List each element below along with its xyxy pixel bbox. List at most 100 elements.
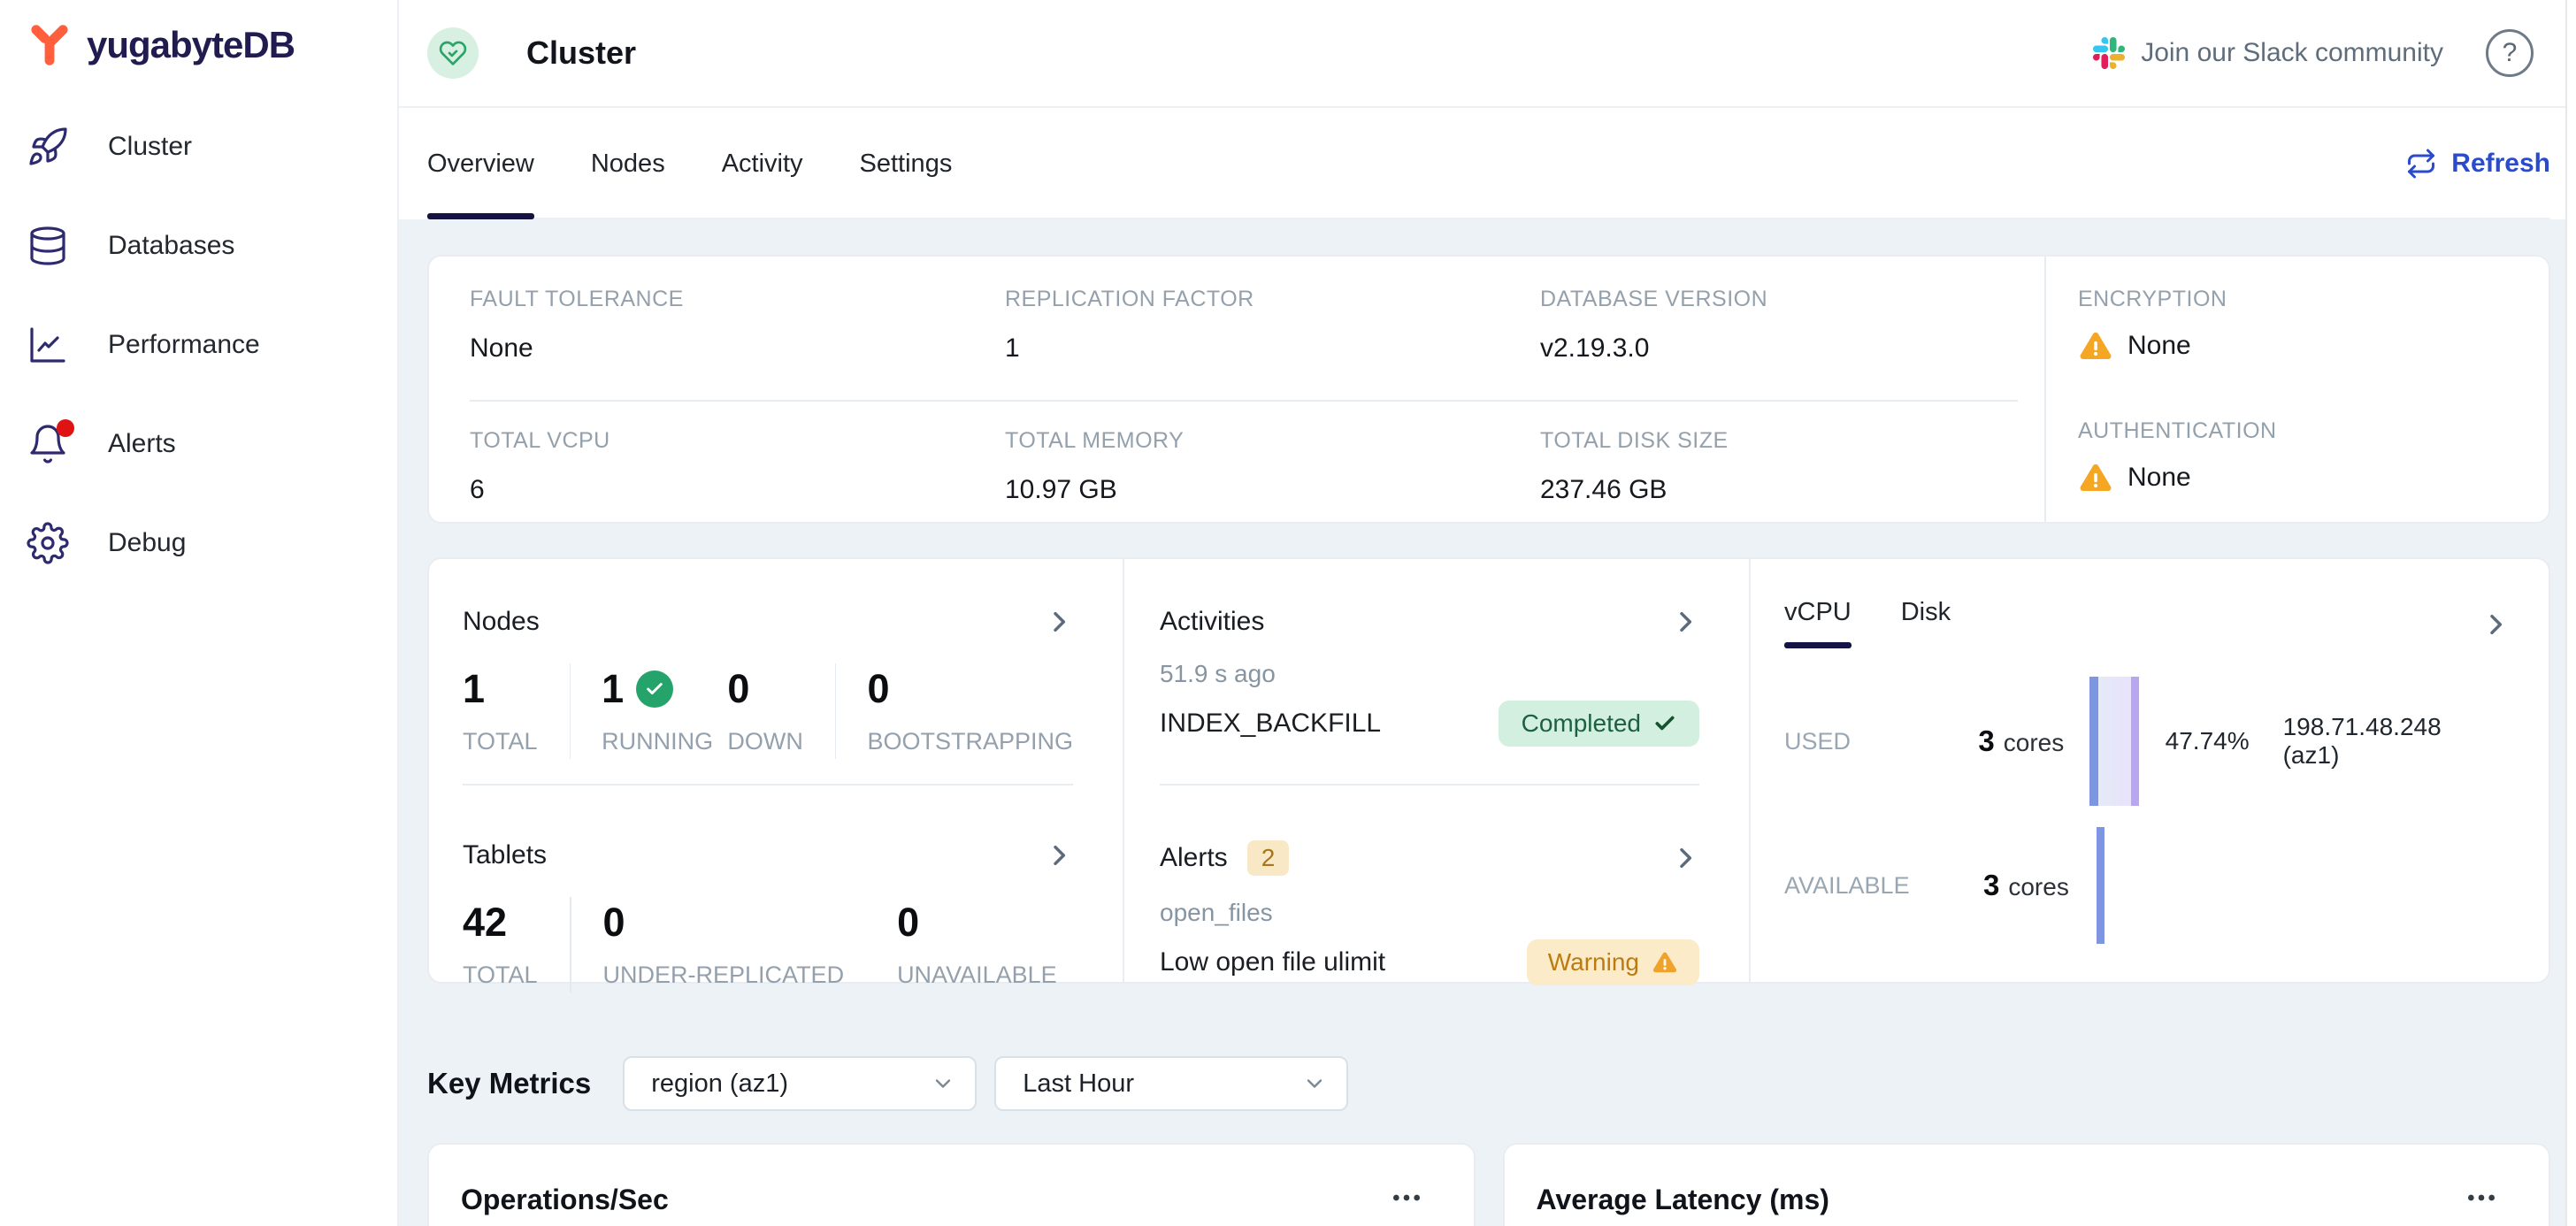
metric-divider (835, 663, 836, 759)
chevron-right-icon[interactable] (1045, 841, 1073, 870)
sidebar-item-label: Databases (108, 231, 234, 261)
tab-vcpu[interactable]: vCPU (1784, 598, 1852, 648)
chevron-right-icon[interactable] (1671, 844, 1699, 872)
check-circle-icon (636, 670, 673, 708)
cluster-stats-card: FAULT TOLERANCE None REPLICATION FACTOR … (427, 255, 2550, 524)
operations-chart-card: Operations/Sec (427, 1143, 1476, 1226)
stat-value: 237.46 GB (1540, 475, 1729, 505)
more-options-icon[interactable] (1389, 1180, 1424, 1220)
nodes-tablets-column: Nodes 1 TOTAL 1 (429, 559, 1123, 982)
stat-replication-factor: REPLICATION FACTOR 1 (1005, 287, 1540, 400)
activities-alerts-column: Activities 51.9 s ago INDEX_BACKFILL Com… (1123, 559, 1749, 982)
sidebar-item-databases[interactable]: Databases (0, 196, 397, 295)
stat-value: None (2128, 331, 2191, 361)
alerts-section: Alerts 2 open_files Low open file ulimit (1124, 785, 1749, 985)
tab-nodes[interactable]: Nodes (591, 108, 665, 219)
chevron-right-icon[interactable] (1045, 608, 1073, 636)
status-badge-completed: Completed (1499, 701, 1699, 747)
sidebar-item-alerts[interactable]: Alerts (0, 395, 397, 494)
stat-label: TOTAL MEMORY (1005, 428, 1540, 454)
tab-disk[interactable]: Disk (1901, 598, 1951, 648)
sidebar-item-performance[interactable]: Performance (0, 295, 397, 395)
usage-label: AVAILABLE (1784, 872, 1983, 900)
nodes-running: 1 RUNNING (602, 656, 713, 755)
key-metrics-toolbar: Key Metrics region (az1) Last Hour (427, 1056, 2550, 1111)
alert-name: open_files (1160, 899, 1699, 927)
security-stats: ENCRYPTION None AUTHENTICATION (2044, 257, 2549, 522)
help-icon[interactable]: ? (2486, 29, 2534, 77)
tab-activity[interactable]: Activity (722, 108, 803, 219)
used-bar (2089, 677, 2139, 806)
tablets-title: Tablets (463, 840, 547, 870)
stat-label: DATABASE VERSION (1540, 287, 1767, 312)
stat-database-version: DATABASE VERSION v2.19.3.0 (1540, 287, 1767, 400)
sidebar-item-label: Performance (108, 330, 260, 360)
stat-value: None (2128, 463, 2191, 493)
header-actions: Join our Slack community ? (2093, 29, 2534, 77)
slack-community-link[interactable]: Join our Slack community (2093, 37, 2443, 69)
more-options-icon[interactable] (2464, 1180, 2499, 1220)
refresh-label: Refresh (2451, 149, 2550, 179)
cluster-health-icon (427, 27, 479, 79)
usage-tabs: vCPU Disk (1784, 559, 2499, 648)
app-root: yugabyteDB Cluster (0, 0, 2576, 1226)
nodes-bootstrapping: 0 BOOTSTRAPPING (867, 656, 1073, 755)
chevron-right-icon[interactable] (1671, 608, 1699, 636)
usage-unit: cores (2004, 729, 2064, 757)
stat-label: AUTHENTICATION (2078, 418, 2549, 444)
stat-encryption: ENCRYPTION None (2078, 287, 2549, 364)
chevron-down-icon (1302, 1071, 1327, 1096)
stats-left: FAULT TOLERANCE None REPLICATION FACTOR … (429, 257, 2044, 522)
stat-value: 1 (1005, 333, 1540, 364)
nodes-down: 0 DOWN (727, 656, 802, 755)
nodes-total: 1 TOTAL (463, 656, 538, 755)
tab-overview[interactable]: Overview (427, 108, 534, 219)
help-glyph: ? (2503, 38, 2518, 68)
nodes-title: Nodes (463, 607, 540, 637)
scrollbar-track[interactable] (2565, 0, 2576, 1226)
sidebar-item-debug[interactable]: Debug (0, 494, 397, 593)
region-select[interactable]: region (az1) (623, 1056, 977, 1111)
sidebar-item-label: Alerts (108, 429, 176, 459)
overview-content: FAULT TOLERANCE None REPLICATION FACTOR … (399, 219, 2576, 1226)
brand-name: yugabyteDB (87, 24, 295, 66)
stat-label: TOTAL VCPU (470, 428, 1005, 454)
brand-logo[interactable]: yugabyteDB (0, 0, 397, 76)
refresh-icon (2405, 148, 2437, 180)
warning-triangle-icon (1652, 949, 1678, 976)
chart-title: Operations/Sec (461, 1184, 669, 1216)
sidebar: yugabyteDB Cluster (0, 0, 399, 1226)
main-area: Cluster Join our Slack community ? (399, 0, 2576, 1226)
stat-value: None (470, 333, 1005, 364)
rocket-icon (27, 126, 69, 168)
page-title: Cluster (526, 34, 636, 72)
alerts-notification-dot (57, 419, 74, 437)
activities-section: Activities 51.9 s ago INDEX_BACKFILL Com… (1124, 559, 1749, 784)
region-select-value: region (az1) (651, 1069, 788, 1099)
bell-icon (27, 423, 69, 465)
refresh-button[interactable]: Refresh (2405, 108, 2550, 219)
stat-authentication: AUTHENTICATION None (2078, 418, 2549, 495)
warning-triangle-icon (2078, 460, 2113, 495)
cluster-tabbar: Overview Nodes Activity Settings Refresh (399, 108, 2576, 219)
performance-chart-icon (27, 324, 69, 366)
database-icon (27, 225, 69, 267)
tablets-total: 42 TOTAL (463, 890, 538, 989)
tablets-under-replicated: 0 UNDER-REPLICATED (603, 890, 845, 989)
time-range-value: Last Hour (1023, 1069, 1134, 1099)
available-bar (2097, 827, 2104, 944)
slack-icon (2093, 37, 2125, 69)
tab-settings[interactable]: Settings (860, 108, 953, 219)
cluster-summary-card: Nodes 1 TOTAL 1 (427, 557, 2550, 984)
sidebar-item-cluster[interactable]: Cluster (0, 97, 397, 196)
sidebar-item-label: Debug (108, 528, 186, 558)
stat-total-memory: TOTAL MEMORY 10.97 GB (1005, 428, 1540, 505)
metric-divider (570, 897, 571, 992)
usage-unit: cores (2008, 873, 2068, 901)
time-range-select[interactable]: Last Hour (994, 1056, 1348, 1111)
alerts-title: Alerts (1160, 843, 1228, 873)
usage-value: 3 (1978, 724, 1994, 758)
key-metrics-charts: Operations/Sec Average Latency (ms) (427, 1143, 2550, 1226)
slack-link-label: Join our Slack community (2141, 38, 2443, 68)
chevron-right-icon[interactable] (2481, 610, 2510, 639)
